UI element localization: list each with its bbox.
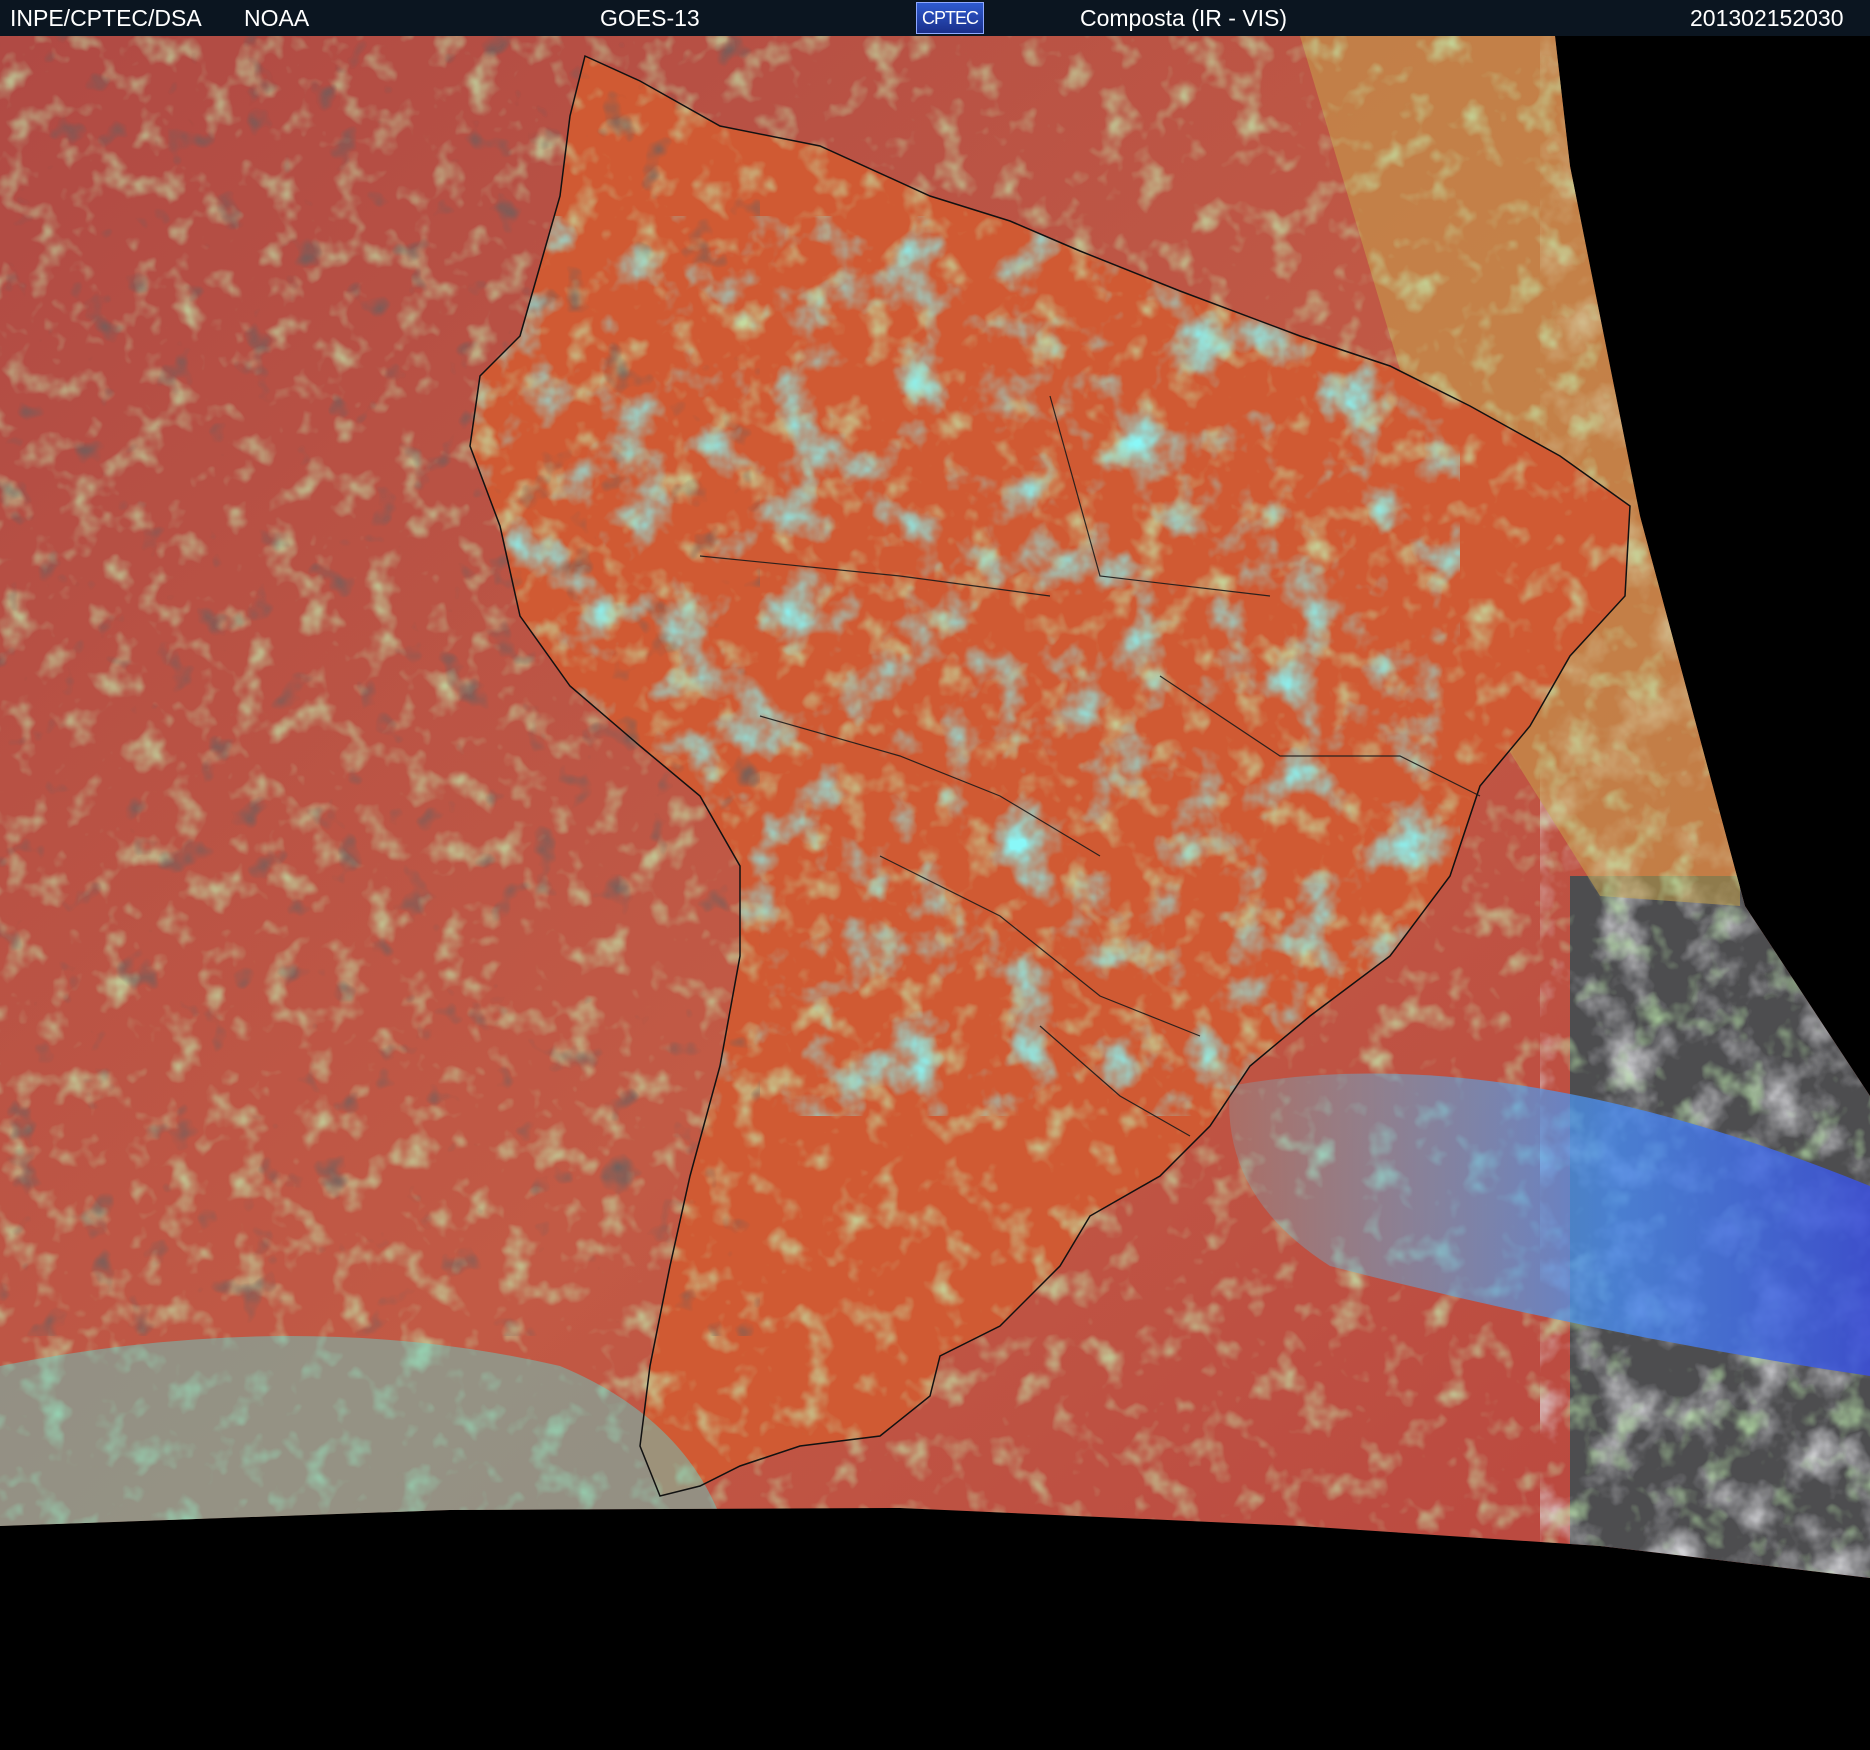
product-label: Composta (IR - VIS) xyxy=(1080,5,1288,31)
satellite-image xyxy=(0,36,1870,1750)
institution-label: INPE/CPTEC/DSA xyxy=(10,5,202,31)
timestamp-label: 201302152030 xyxy=(1690,5,1844,31)
agency-label: NOAA xyxy=(244,5,310,31)
satellite-label: GOES-13 xyxy=(600,5,700,31)
cptec-logo-text: CPTEC xyxy=(921,8,979,28)
header-bar: INPE/CPTEC/DSA NOAA GOES-13 CPTEC Compos… xyxy=(0,0,1870,36)
cptec-logo: CPTEC xyxy=(916,2,984,34)
